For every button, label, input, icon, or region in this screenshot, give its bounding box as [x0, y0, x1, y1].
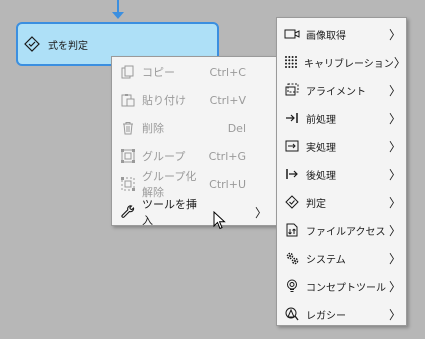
chevron-right-icon: 〉 [388, 251, 401, 266]
submenu-item-label: アライメント [306, 86, 366, 98]
submenu-item-image-acquisition[interactable]: 画像取得 〉 [277, 20, 406, 48]
calibration-grid-icon [284, 54, 298, 70]
submenu-item-label: 前処理 [306, 114, 336, 126]
menu-item-label: 貼り付け [142, 94, 186, 107]
submenu-item-calibration[interactable]: キャリブレーション 〉 [277, 48, 406, 76]
chevron-right-icon: 〉 [388, 195, 401, 210]
submenu-item-preprocessing[interactable]: 前処理 〉 [277, 104, 406, 132]
menu-item-label: グループ [142, 150, 186, 163]
camera-icon [284, 26, 300, 42]
menu-item-ungroup[interactable]: グループ化解除 Ctrl+U [112, 170, 276, 199]
menu-item-delete[interactable]: 削除 Del [112, 114, 276, 142]
group-icon [120, 148, 136, 164]
submenu-item-label: ファイルアクセス [306, 226, 386, 238]
process-icon [284, 138, 300, 154]
wrench-icon [120, 204, 136, 220]
preprocess-icon [284, 110, 300, 126]
menu-item-label: 削除 [142, 122, 164, 135]
submenu-item-legacy[interactable]: レガシー 〉 [277, 300, 406, 328]
submenu-item-postprocessing[interactable]: 後処理 〉 [277, 160, 406, 188]
bulb-icon [284, 278, 300, 294]
file-access-icon [284, 222, 300, 238]
alignment-icon [284, 82, 300, 98]
ungroup-icon [120, 176, 136, 192]
submenu-item-file-access[interactable]: ファイルアクセス 〉 [277, 216, 406, 244]
submenu-item-system[interactable]: システム 〉 [277, 244, 406, 272]
copy-icon [120, 64, 136, 80]
submenu-item-label: 後処理 [306, 170, 336, 182]
menu-item-group[interactable]: グループ Ctrl+G [112, 142, 276, 170]
diamond-check-icon [24, 36, 40, 52]
chevron-right-icon: 〉 [388, 223, 401, 238]
submenu-item-judgement[interactable]: 判定 〉 [277, 188, 406, 216]
menu-item-paste[interactable]: 貼り付け Ctrl+V [112, 86, 276, 114]
submenu-item-alignment[interactable]: アライメント 〉 [277, 76, 406, 104]
flow-arrow-icon [112, 12, 124, 19]
menu-item-insert-tool[interactable]: ツールを挿入 〉 [112, 198, 276, 227]
judge-icon [284, 194, 300, 210]
chevron-right-icon: 〉 [388, 139, 401, 154]
submenu-item-label: 画像取得 [306, 30, 346, 42]
submenu-item-label: コンセプトツール [306, 282, 386, 294]
insert-tool-submenu: 画像取得 〉 キャリブレーション 〉 アライメント 〉 前処理 〉 実処理 〉 … [276, 17, 407, 326]
submenu-item-processing[interactable]: 実処理 〉 [277, 132, 406, 160]
menu-item-shortcut: Ctrl+G [208, 149, 246, 163]
chevron-right-icon: 〉 [393, 55, 406, 70]
legacy-icon [284, 306, 300, 322]
context-menu: コピー Ctrl+C 貼り付け Ctrl+V 削除 Del グループ Ctrl+… [111, 56, 277, 227]
gears-icon [284, 250, 300, 266]
chevron-right-icon: 〉 [388, 111, 401, 126]
menu-item-shortcut: Ctrl+U [209, 177, 246, 191]
paste-icon [120, 92, 136, 108]
chevron-right-icon: 〉 [388, 279, 401, 294]
chevron-right-icon: 〉 [388, 307, 401, 322]
submenu-item-label: システム [306, 254, 346, 266]
chevron-right-icon: 〉 [254, 205, 267, 220]
menu-item-label: ツールを挿入 [142, 198, 197, 227]
menu-item-shortcut: Ctrl+V [209, 93, 246, 107]
menu-item-label: コピー [142, 66, 175, 79]
chevron-right-icon: 〉 [388, 27, 401, 42]
postprocess-icon [284, 166, 300, 182]
submenu-item-label: 判定 [306, 198, 326, 210]
submenu-item-concept-tool[interactable]: コンセプトツール 〉 [277, 272, 406, 300]
chevron-right-icon: 〉 [388, 83, 401, 98]
submenu-item-label: 実処理 [306, 142, 336, 154]
mouse-cursor-icon [213, 211, 227, 231]
flow-node-label: 式を判定 [48, 40, 88, 52]
menu-item-shortcut: Ctrl+C [209, 65, 246, 79]
menu-item-shortcut: Del [227, 121, 246, 135]
trash-icon [120, 120, 136, 136]
chevron-right-icon: 〉 [388, 167, 401, 182]
submenu-item-label: レガシー [306, 310, 346, 322]
menu-item-copy[interactable]: コピー Ctrl+C [112, 58, 276, 86]
submenu-item-label: キャリブレーション [304, 58, 394, 70]
